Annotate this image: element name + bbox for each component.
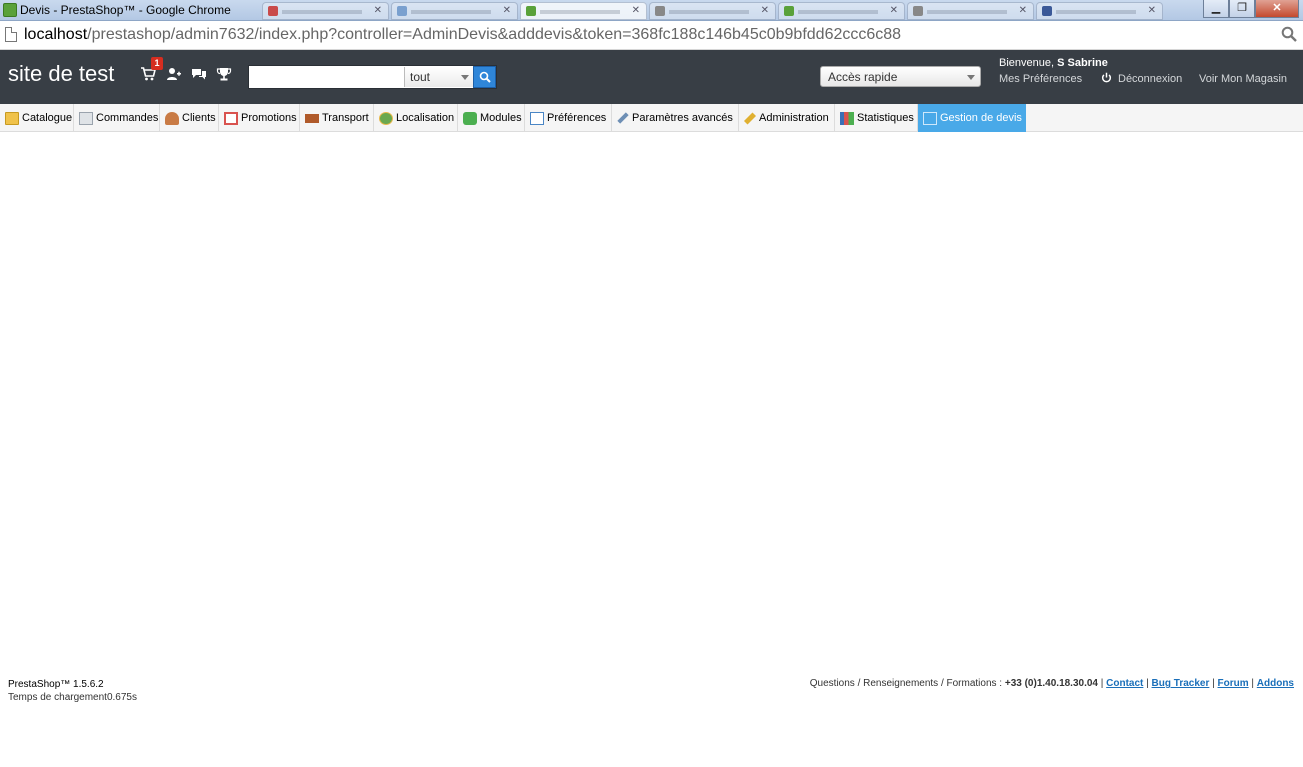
menu-item-localisation[interactable]: Localisation (374, 104, 458, 132)
welcome-text: Bienvenue, S Sabrine (999, 57, 1108, 69)
browser-tab[interactable]: ✕ (778, 2, 905, 20)
admin-search: tout (248, 65, 497, 89)
prestashop-favicon-icon (3, 3, 17, 17)
menu-item-promotions[interactable]: Promotions (219, 104, 300, 132)
promotions-icon (224, 111, 238, 125)
window-title: Devis - PrestaShop™ - Google Chrome (20, 3, 231, 17)
bug-tracker-link[interactable]: Bug Tracker (1152, 678, 1210, 689)
browser-titlebar: Devis - PrestaShop™ - Google Chrome ✕ ✕ … (0, 0, 1303, 21)
browser-tab[interactable]: ✕ (1036, 2, 1163, 20)
chart-icon (840, 111, 854, 125)
window-controls: ▁ ❐ ✕ (1203, 0, 1299, 18)
browser-tab[interactable]: ✕ (391, 2, 518, 20)
search-input[interactable] (249, 66, 404, 88)
folder-icon (5, 111, 19, 125)
user-name: S Sabrine (1057, 57, 1108, 69)
menu-item-parametres-avances[interactable]: Paramètres avancés (612, 104, 739, 132)
questions-text: Questions / Renseignements / Formations … (809, 678, 1005, 689)
customer-icon (165, 111, 179, 125)
puzzle-icon (463, 111, 477, 125)
trophy-icon[interactable] (216, 66, 234, 84)
new-customer-icon[interactable] (166, 66, 184, 84)
cart-icon (79, 111, 93, 125)
browser-tab-strip: ✕ ✕ ✕ ✕ ✕ ✕ ✕ (262, 2, 1165, 20)
menu-item-clients[interactable]: Clients (160, 104, 219, 132)
load-time-text: Temps de chargement0.675s (8, 692, 137, 703)
browser-tab[interactable]: ✕ (262, 2, 389, 20)
address-bar[interactable]: localhost/prestashop/admin7632/index.php… (0, 21, 1303, 50)
search-category-label: tout (410, 70, 431, 84)
browser-tab[interactable]: ✕ (907, 2, 1034, 20)
messages-icon[interactable] (191, 66, 209, 84)
shop-name[interactable]: site de test (8, 61, 114, 87)
chevron-down-icon (967, 75, 975, 80)
menu-item-administration[interactable]: Administration (739, 104, 835, 132)
preferences-icon (530, 111, 544, 125)
quick-access-label: Accès rapide (828, 70, 898, 84)
page-icon (5, 27, 17, 42)
version-text: PrestaShop™ 1.5.6.2 (8, 679, 104, 690)
view-store-link[interactable]: Voir Mon Magasin (1199, 73, 1287, 85)
footer-info: PrestaShop™ 1.5.6.2 Temps de chargement0… (8, 678, 137, 704)
menu-item-transport[interactable]: Transport (300, 104, 374, 132)
url-text[interactable]: localhost/prestashop/admin7632/index.php… (24, 26, 901, 44)
search-icon[interactable] (1281, 26, 1297, 42)
key-icon (743, 111, 757, 125)
chevron-down-icon (461, 75, 469, 80)
globe-icon (379, 111, 393, 125)
search-category-select[interactable]: tout (404, 67, 474, 87)
menu-item-preferences[interactable]: Préférences (525, 104, 612, 132)
logout-link[interactable]: Déconnexion (1118, 73, 1182, 85)
browser-tab[interactable]: ✕ (520, 2, 647, 20)
menu-item-commandes[interactable]: Commandes (74, 104, 160, 132)
search-button[interactable] (473, 66, 496, 88)
addons-link[interactable]: Addons (1257, 678, 1294, 689)
my-preferences-link[interactable]: Mes Préférences (999, 73, 1082, 85)
quick-access-select[interactable]: Accès rapide (820, 66, 981, 87)
close-icon[interactable]: ✕ (1255, 0, 1299, 18)
maximize-icon[interactable]: ❐ (1229, 0, 1255, 18)
forum-link[interactable]: Forum (1218, 678, 1249, 689)
magnifier-icon (479, 71, 491, 83)
main-menu: Catalogue Commandes Clients Promotions T… (0, 104, 1303, 132)
wrench-icon (617, 112, 629, 124)
truck-icon (305, 113, 319, 123)
footer-links: Questions / Renseignements / Formations … (809, 678, 1294, 689)
browser-tab[interactable]: ✕ (649, 2, 776, 20)
menu-item-catalogue[interactable]: Catalogue (0, 104, 74, 132)
orders-count-badge: 1 (151, 57, 163, 70)
power-icon[interactable] (1101, 72, 1112, 83)
devis-icon (923, 111, 937, 125)
minimize-icon[interactable]: ▁ (1203, 0, 1229, 18)
menu-item-gestion-de-devis[interactable]: Gestion de devis (918, 104, 1026, 132)
phone-number: +33 (0)1.40.18.30.04 (1004, 678, 1098, 689)
contact-link[interactable]: Contact (1106, 678, 1143, 689)
menu-item-statistiques[interactable]: Statistiques (835, 104, 918, 132)
menu-item-modules[interactable]: Modules (458, 104, 525, 132)
